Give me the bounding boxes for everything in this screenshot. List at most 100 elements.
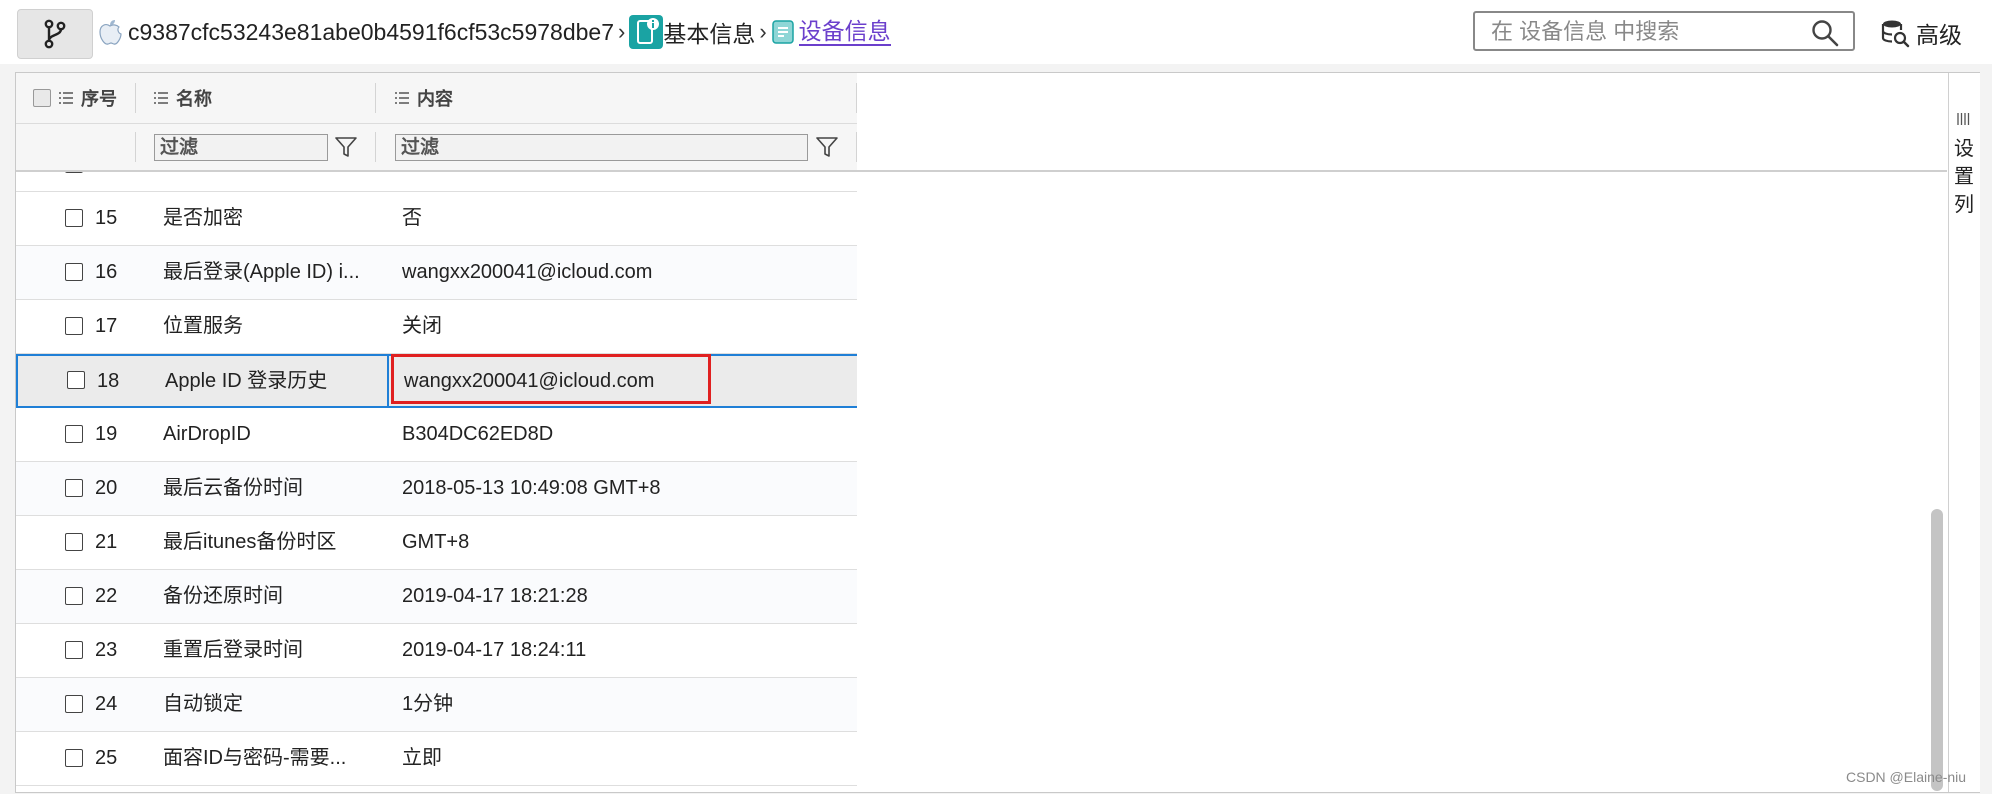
row-checkbox[interactable] xyxy=(65,425,83,443)
breadcrumb-device-id[interactable]: c9387cfc53243e81abe0b4591f6cf53c5978dbe7 xyxy=(128,19,614,46)
content-filter-input[interactable]: 过滤 xyxy=(395,134,808,161)
advanced-search-button[interactable]: 高级 xyxy=(1880,16,1962,50)
row-content: B304DC62ED8D xyxy=(402,423,554,445)
table-row[interactable]: 17 位置服务 关闭 xyxy=(16,300,857,354)
row-checkbox[interactable] xyxy=(65,533,83,551)
row-name: 备份还原时间 xyxy=(163,585,283,607)
row-checkbox[interactable] xyxy=(65,263,83,281)
table-row[interactable]: 24 自动锁定 1分钟 xyxy=(16,678,857,732)
row-checkbox[interactable] xyxy=(65,172,83,173)
header-content[interactable]: 内容 xyxy=(395,73,453,123)
row-name: 面容ID与密码-需要... xyxy=(163,747,347,769)
vertical-scrollbar[interactable] xyxy=(1931,509,1943,791)
row-content: 8986020313177120700037 xyxy=(402,172,842,191)
row-index: 23 xyxy=(95,639,118,661)
row-content: wangxx200041@icloud.com xyxy=(402,261,653,283)
row-index: 16 xyxy=(95,261,118,283)
column-menu-icon[interactable] xyxy=(59,92,73,104)
header-content-label: 内容 xyxy=(417,89,453,109)
breadcrumb-separator-icon: › xyxy=(618,19,626,44)
breadcrumb: c9387cfc53243e81abe0b4591f6cf53c5978dbe7… xyxy=(96,14,891,50)
row-index: 24 xyxy=(95,693,118,715)
header-index-label: 序号 xyxy=(81,89,117,109)
row-name: 最后itunes备份时区 xyxy=(163,531,337,553)
apple-icon xyxy=(96,17,124,47)
row-name: Apple ID 登录历史 xyxy=(165,370,328,392)
column-settings-panel[interactable]: 设置列 xyxy=(1948,73,1980,792)
header-name-label: 名称 xyxy=(176,89,212,109)
table-row-selected[interactable]: 18 Apple ID 登录历史 wangxx200041@icloud.com xyxy=(16,354,857,408)
column-settings-label[interactable]: 设置列 xyxy=(1952,135,1976,219)
column-separator[interactable] xyxy=(135,83,136,113)
row-checkbox[interactable] xyxy=(65,587,83,605)
row-index: 22 xyxy=(95,585,118,607)
filter-row: 过滤 过滤 xyxy=(16,124,857,170)
row-checkbox[interactable] xyxy=(65,317,83,335)
header-name[interactable]: 名称 xyxy=(154,73,212,123)
row-name: 最后云备份时间 xyxy=(163,477,303,499)
row-index: 14 xyxy=(95,172,117,191)
column-menu-icon[interactable] xyxy=(154,92,168,104)
table-row[interactable]: 14 ICCID 8986020313177120700037 xyxy=(16,172,857,192)
column-grip-icon xyxy=(1957,113,1970,125)
row-checkbox[interactable] xyxy=(65,479,83,497)
row-content: GMT+8 xyxy=(402,531,470,553)
column-separator[interactable] xyxy=(375,83,376,113)
filter-icon[interactable] xyxy=(335,136,357,158)
table-row[interactable]: 19 AirDropID B304DC62ED8D xyxy=(16,408,857,462)
table-row[interactable]: 16 最后登录(Apple ID) i... wangxx200041@iclo… xyxy=(16,246,857,300)
row-index: 19 xyxy=(95,423,118,445)
select-all-checkbox[interactable] xyxy=(33,89,51,107)
grid-body: 14 ICCID 8986020313177120700037 15 是否加密 … xyxy=(16,172,857,794)
row-index: 21 xyxy=(95,531,118,553)
row-content: 关闭 xyxy=(402,315,442,337)
column-separator xyxy=(135,132,136,162)
row-index: 18 xyxy=(97,370,120,392)
header-index[interactable]: 序号 xyxy=(33,73,117,123)
row-checkbox[interactable] xyxy=(65,209,83,227)
grid-header: 序号 名称 内容 xyxy=(16,73,857,124)
row-index: 20 xyxy=(95,477,118,499)
search-icon[interactable] xyxy=(1811,19,1839,47)
breadcrumb-basic-info[interactable]: 基本信息 xyxy=(663,15,755,49)
row-content: 1分钟 xyxy=(402,693,454,715)
column-separator[interactable] xyxy=(856,83,857,113)
table-row[interactable]: 20 最后云备份时间 2018-05-13 10:49:08 GMT+8 xyxy=(16,462,857,516)
table-row[interactable]: 21 最后itunes备份时区 GMT+8 xyxy=(16,516,857,570)
row-content: 2018-05-13 10:49:08 GMT+8 xyxy=(402,477,661,499)
name-filter-input[interactable]: 过滤 xyxy=(154,134,328,161)
filter-icon[interactable] xyxy=(816,136,838,158)
column-separator xyxy=(375,132,376,162)
row-index: 15 xyxy=(95,207,118,229)
table-row[interactable]: 22 备份还原时间 2019-04-17 18:21:28 xyxy=(16,570,857,624)
breadcrumb-device-info[interactable]: 设备信息 xyxy=(798,18,891,46)
search-input[interactable] xyxy=(1489,18,1793,46)
row-content: 2019-04-17 18:21:28 xyxy=(402,585,588,607)
search-box xyxy=(1473,11,1855,51)
table-row[interactable]: 23 重置后登录时间 2019-04-17 18:24:11 xyxy=(16,624,857,678)
row-name: 自动锁定 xyxy=(163,693,243,715)
document-icon xyxy=(771,19,795,45)
table-row[interactable]: 15 是否加密 否 xyxy=(16,192,857,246)
row-content[interactable]: wangxx200041@icloud.com xyxy=(404,356,844,406)
row-name: 是否加密 xyxy=(163,207,243,229)
column-separator xyxy=(856,132,857,162)
row-name: 重置后登录时间 xyxy=(163,639,303,661)
branch-button[interactable] xyxy=(17,9,93,59)
row-checkbox[interactable] xyxy=(65,695,83,713)
row-index: 17 xyxy=(95,315,118,337)
branch-icon xyxy=(44,19,66,49)
row-name: AirDropID xyxy=(163,423,251,445)
row-checkbox[interactable] xyxy=(67,371,85,389)
row-name: ICCID xyxy=(163,172,388,191)
phone-info-icon xyxy=(629,15,664,49)
device-info-grid: 序号 名称 内容 过滤 过滤 15 是否加密 否 16 最后登录(Apple I… xyxy=(15,72,1980,793)
table-row[interactable]: 25 面容ID与密码-需要... 立即 xyxy=(16,732,857,786)
row-content: 否 xyxy=(402,207,422,229)
watermark: CSDN @Elaine-niu xyxy=(1846,769,1967,785)
database-search-icon xyxy=(1881,20,1910,48)
advanced-label: 高级 xyxy=(1916,22,1962,48)
row-checkbox[interactable] xyxy=(65,641,83,659)
column-menu-icon[interactable] xyxy=(395,92,409,104)
row-checkbox[interactable] xyxy=(65,749,83,767)
